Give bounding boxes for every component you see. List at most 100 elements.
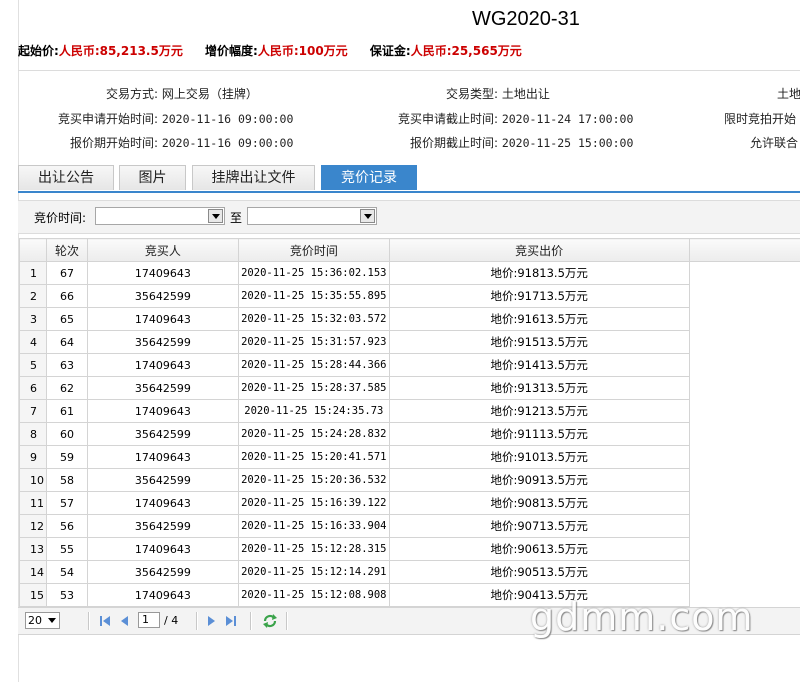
bid-price-cell: 地价:90513.5万元	[388, 560, 690, 584]
row-number: 10	[19, 468, 47, 492]
trade-method-value: 网上交易（挂牌）	[161, 87, 258, 101]
table-row[interactable]: 13 55 17409643 2020-11-25 15:12:28.315 地价:90…	[19, 537, 800, 561]
bid-time-cell: 2020-11-25 15:16:33.904	[237, 514, 390, 538]
to-label: 至	[230, 211, 243, 225]
table-row[interactable]: 2 66 35642599 2020-11-25 15:35:55.895 地价:917…	[19, 284, 800, 308]
bid-price-cell: 地价:91813.5万元	[388, 261, 690, 285]
quote-start: 报价期开始时间: 2020-11-16 09:00:00	[20, 134, 293, 151]
table-row[interactable]: 4 64 35642599 2020-11-25 15:31:57.923 地价:915…	[19, 330, 800, 354]
chevron-down-icon[interactable]	[208, 209, 223, 223]
row-number: 15	[19, 583, 47, 607]
total-pages-text: / 4	[164, 614, 179, 627]
row-number: 4	[19, 330, 47, 354]
tab-listing-documents[interactable]: 挂牌出让文件	[192, 165, 315, 190]
bidder-cell: 35642599	[86, 560, 239, 584]
divider	[18, 70, 800, 71]
header-bid-time[interactable]: 竞价时间	[237, 238, 390, 262]
pager-separator	[250, 612, 252, 630]
bidder-cell: 17409643	[86, 261, 239, 285]
bid-price-cell: 地价:91513.5万元	[388, 330, 690, 354]
bid-record-table: 轮次 竞买人 竞价时间 竞买出价 1 67 17409643 2020-11-25 1…	[19, 238, 800, 607]
first-page-icon[interactable]	[98, 614, 112, 628]
chevron-down-icon[interactable]	[360, 209, 375, 223]
quote-end: 报价期截止时间: 2020-11-25 15:00:00	[370, 134, 633, 151]
bid-time-cell: 2020-11-25 15:28:37.585	[237, 376, 390, 400]
pager-separator	[286, 612, 288, 630]
round-cell: 55	[45, 537, 88, 561]
tab-announcement[interactable]: 出让公告	[18, 165, 114, 190]
table-row[interactable]: 10 58 35642599 2020-11-25 15:20:36.532 地价:90…	[19, 468, 800, 492]
apply-start-value: 2020-11-16 09:00:00	[161, 112, 294, 126]
row-number: 3	[19, 307, 47, 331]
bid-price-cell: 地价:91313.5万元	[388, 376, 690, 400]
bid-time-start-combo[interactable]	[95, 207, 225, 225]
table-row[interactable]: 12 56 35642599 2020-11-25 15:16:33.904 地价:90…	[19, 514, 800, 538]
bidder-cell: 17409643	[86, 353, 239, 377]
bidder-cell: 35642599	[86, 468, 239, 492]
apply-end: 竞买申请截止时间: 2020-11-24 17:00:00	[370, 110, 633, 127]
quote-start-value: 2020-11-16 09:00:00	[161, 136, 294, 150]
next-page-icon[interactable]	[204, 614, 218, 628]
round-cell: 59	[45, 445, 88, 469]
prev-page-icon[interactable]	[118, 614, 132, 628]
bid-price-cell: 地价:91213.5万元	[388, 399, 690, 423]
tab-bid-records[interactable]: 竞价记录	[321, 165, 417, 190]
bid-price-cell: 地价:90613.5万元	[388, 537, 690, 561]
apply-end-value: 2020-11-24 17:00:00	[501, 112, 634, 126]
bid-time-end-combo[interactable]	[247, 207, 377, 225]
page-size-select[interactable]: 20	[25, 612, 60, 629]
apply-start: 竞买申请开始时间: 2020-11-16 09:00:00	[20, 110, 293, 127]
bidder-cell: 35642599	[86, 514, 239, 538]
trade-type-label: 交易类型:	[445, 87, 498, 101]
trade-type-value: 土地出让	[501, 87, 550, 101]
round-cell: 62	[45, 376, 88, 400]
bidder-cell: 35642599	[86, 284, 239, 308]
table-row[interactable]: 1 67 17409643 2020-11-25 15:36:02.153 地价:918…	[19, 261, 800, 285]
bidder-cell: 17409643	[86, 491, 239, 515]
row-number: 13	[19, 537, 47, 561]
row-number: 1	[19, 261, 47, 285]
table-row[interactable]: 9 59 17409643 2020-11-25 15:20:41.571 地价:910…	[19, 445, 800, 469]
header-bidder[interactable]: 竞买人	[86, 238, 239, 262]
bid-record-grid: 轮次 竞买人 竞价时间 竞买出价 1 67 17409643 2020-11-25 1…	[19, 238, 800, 607]
bid-price-cell: 地价:90913.5万元	[388, 468, 690, 492]
header-bid-price[interactable]: 竞买出价	[388, 238, 690, 262]
row-number: 8	[19, 422, 47, 446]
bid-price-cell: 地价:91413.5万元	[388, 353, 690, 377]
page-title: WG2020-31	[472, 8, 580, 30]
bidder-cell: 17409643	[86, 307, 239, 331]
current-page-input[interactable]: 1	[138, 612, 160, 628]
round-cell: 64	[45, 330, 88, 354]
bid-time-cell: 2020-11-25 15:20:36.532	[237, 468, 390, 492]
bid-time-cell: 2020-11-25 15:12:08.908	[237, 583, 390, 607]
row-number-header	[19, 238, 47, 262]
row-number: 5	[19, 353, 47, 377]
bidder-cell: 35642599	[86, 330, 239, 354]
bid-time-cell: 2020-11-25 15:24:35.73	[237, 399, 390, 423]
table-row[interactable]: 8 60 35642599 2020-11-25 15:24:28.832 地价:911…	[19, 422, 800, 446]
round-cell: 58	[45, 468, 88, 492]
last-page-icon[interactable]	[224, 614, 238, 628]
bidder-cell: 17409643	[86, 445, 239, 469]
start-price-label: 起始价:	[18, 44, 59, 58]
bid-time-cell: 2020-11-25 15:31:57.923	[237, 330, 390, 354]
row-number: 14	[19, 560, 47, 584]
bid-time-cell: 2020-11-25 15:12:28.315	[237, 537, 390, 561]
bidder-cell: 17409643	[86, 399, 239, 423]
table-row[interactable]: 14 54 35642599 2020-11-25 15:12:14.291 地价:90…	[19, 560, 800, 584]
table-row[interactable]: 11 57 17409643 2020-11-25 15:16:39.122 地价:90…	[19, 491, 800, 515]
bid-time-cell: 2020-11-25 15:28:44.366	[237, 353, 390, 377]
bid-time-cell: 2020-11-25 15:20:41.571	[237, 445, 390, 469]
row-number: 7	[19, 399, 47, 423]
bid-price-cell: 地价:91613.5万元	[388, 307, 690, 331]
apply-start-label: 竞买申请开始时间:	[57, 112, 158, 126]
table-row[interactable]: 3 65 17409643 2020-11-25 15:32:03.572 地价:916…	[19, 307, 800, 331]
table-row[interactable]: 6 62 35642599 2020-11-25 15:28:37.585 地价:913…	[19, 376, 800, 400]
tab-images[interactable]: 图片	[119, 165, 186, 190]
col3-row2: 限时竞拍开始	[724, 112, 797, 126]
table-row[interactable]: 7 61 17409643 2020-11-25 15:24:35.73 地价:9121…	[19, 399, 800, 423]
table-row[interactable]: 5 63 17409643 2020-11-25 15:28:44.366 地价:914…	[19, 353, 800, 377]
refresh-icon[interactable]	[262, 613, 278, 629]
bidder-cell: 35642599	[86, 376, 239, 400]
header-round[interactable]: 轮次	[45, 238, 88, 262]
